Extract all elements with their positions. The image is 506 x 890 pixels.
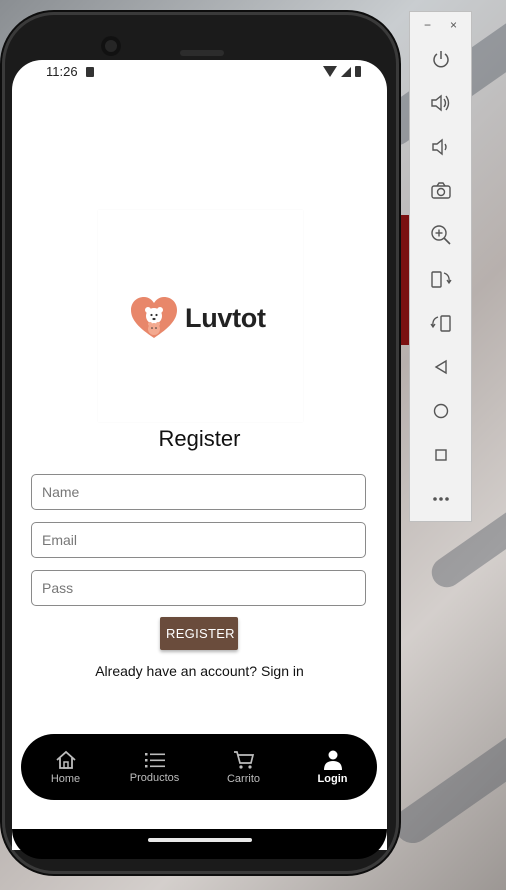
bottom-nav: Home Productos Carrito Login (21, 734, 377, 800)
volume-down-icon[interactable] (430, 136, 452, 158)
system-nav-bar (12, 829, 387, 859)
nav-label-carrito: Carrito (226, 772, 260, 785)
rotate-left-icon[interactable] (430, 268, 452, 290)
home-circle-icon[interactable] (430, 400, 452, 422)
nav-label-home: Home (50, 772, 81, 785)
zoom-in-icon[interactable] (430, 224, 452, 246)
logo-card: Luvtot (98, 210, 303, 422)
earpiece (180, 50, 224, 56)
minimize-button[interactable]: − (424, 18, 431, 32)
sim-card-icon (86, 67, 94, 77)
emulator-toolbar: − × (409, 11, 472, 522)
home-indicator[interactable] (148, 838, 252, 842)
email-input[interactable] (31, 522, 366, 558)
nav-label-productos: Productos (129, 771, 180, 784)
name-input[interactable] (31, 474, 366, 510)
close-button[interactable]: × (450, 18, 457, 32)
wifi-icon (323, 66, 337, 77)
signal-icon (341, 66, 351, 77)
list-icon (144, 752, 165, 767)
overview-icon[interactable] (430, 444, 452, 466)
brand-name: Luvtot (185, 302, 266, 333)
front-camera (101, 36, 121, 56)
nav-item-login[interactable]: Login (288, 734, 377, 800)
nav-item-home[interactable]: Home (21, 734, 110, 800)
rotate-right-icon[interactable] (430, 312, 452, 334)
battery-icon (355, 66, 361, 77)
power-icon[interactable] (430, 48, 452, 70)
page-title: Register (158, 426, 241, 451)
heart-bear-icon (131, 297, 177, 338)
status-icons (323, 66, 361, 77)
signin-link[interactable]: Already have an account? Sign in (95, 663, 304, 679)
password-input[interactable] (31, 570, 366, 606)
volume-up-icon[interactable] (430, 92, 452, 114)
brand-logo: Luvtot (129, 296, 266, 340)
signin-prompt[interactable]: Already have an account? Sign in (12, 663, 387, 679)
nav-label-login: Login (317, 772, 348, 785)
app-screen: 11:26 Luvtot Register Name Email REGISTE… (12, 60, 387, 850)
status-time: 11:26 (46, 64, 78, 79)
home-icon (55, 750, 76, 769)
register-button[interactable]: REGISTER (160, 617, 238, 650)
nav-item-carrito[interactable]: Carrito (199, 734, 288, 800)
more-icon[interactable] (430, 488, 452, 510)
person-icon (323, 750, 342, 770)
camera-icon[interactable] (430, 180, 452, 202)
nav-item-productos[interactable]: Productos (110, 734, 199, 800)
background-streak (387, 705, 506, 851)
back-icon[interactable] (430, 356, 452, 378)
cart-icon (233, 750, 254, 769)
